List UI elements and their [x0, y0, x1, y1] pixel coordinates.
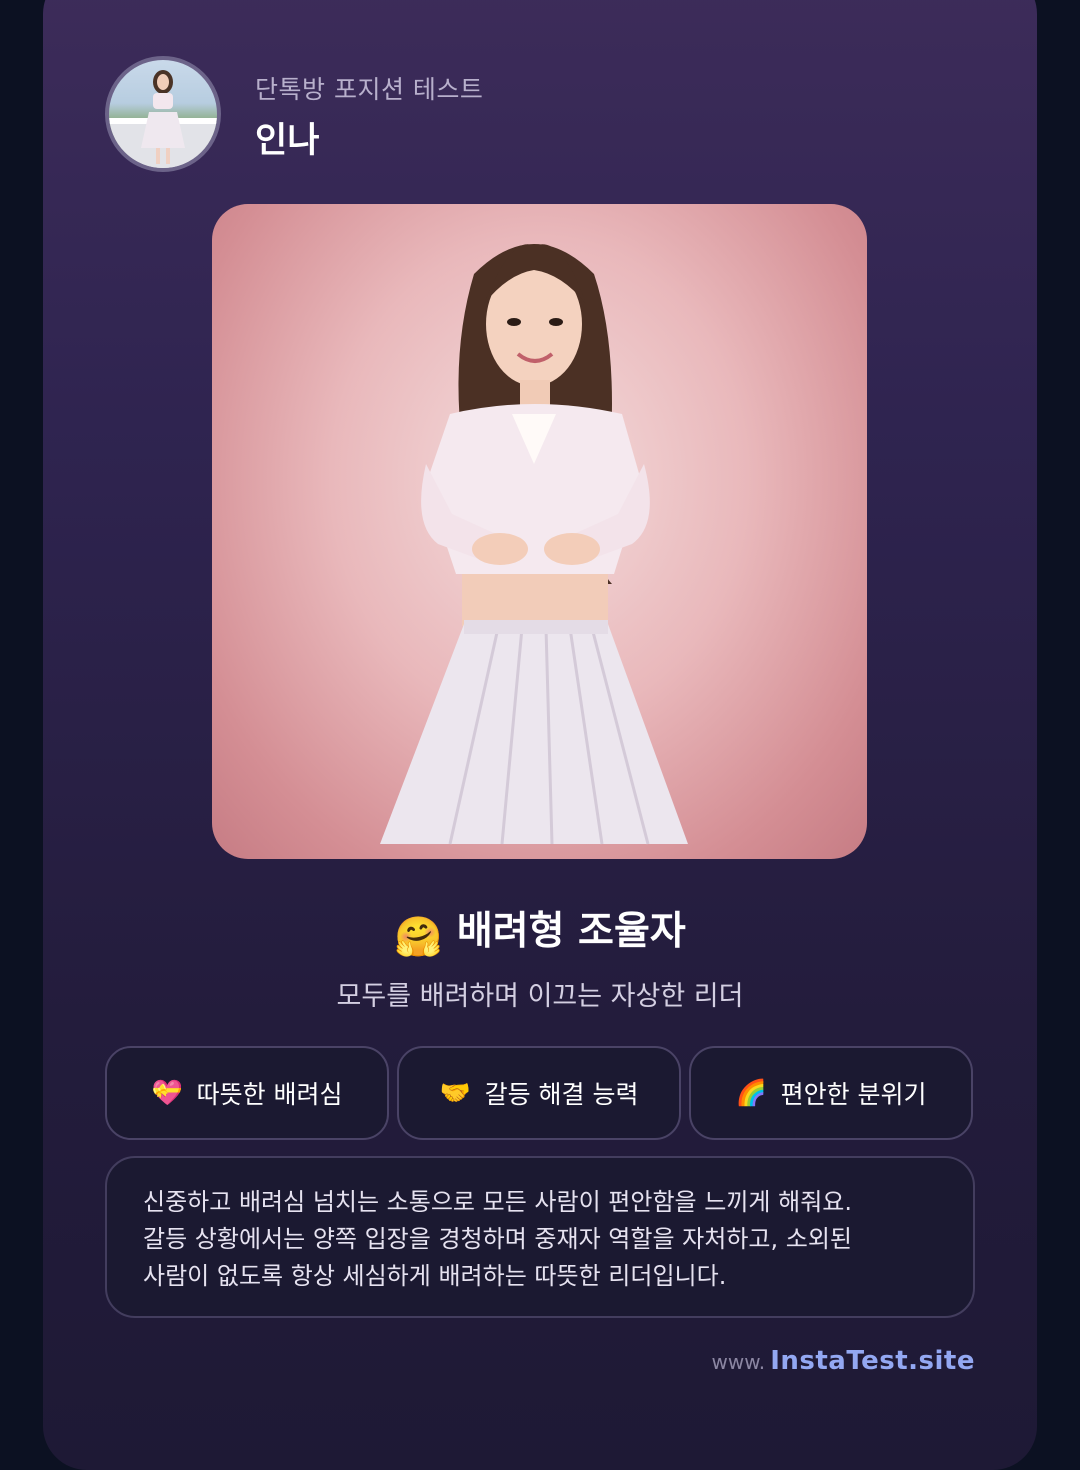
avatar-figure — [109, 70, 217, 168]
trait-chip-warm-care: 💝 따뜻한 배려심 — [105, 1046, 389, 1140]
result-type-title: 🤗 배려형 조율자 — [43, 900, 1037, 960]
description-line: 갈등 상황에서는 양쪽 입장을 경청하며 중재자 역할을 자처하고, 소외된 — [143, 1225, 852, 1253]
site-watermark[interactable]: www. InstaTest.site — [712, 1346, 975, 1376]
site-prefix: www. — [711, 1350, 766, 1374]
hugging-face-icon: 🤗 — [394, 915, 443, 960]
handshake-icon: 🤝 — [439, 1078, 471, 1107]
result-description: 신중하고 배려심 넘치는 소통으로 모든 사람이 편안함을 느끼게 해줘요. 갈… — [105, 1156, 975, 1318]
result-type-subtitle: 모두를 배려하며 이끄는 자상한 리더 — [336, 981, 744, 1012]
description-line: 신중하고 배려심 넘치는 소통으로 모든 사람이 편안함을 느끼게 해줘요. — [143, 1188, 852, 1216]
heart-gift-icon: 💝 — [151, 1078, 183, 1107]
trait-label: 따뜻한 배려심 — [196, 1080, 343, 1109]
site-link[interactable]: InstaTest.site — [770, 1346, 975, 1376]
trait-chip-conflict-resolution: 🤝 갈등 해결 능력 — [397, 1046, 681, 1140]
trait-chip-comfortable-mood: 🌈 편안한 분위기 — [689, 1046, 973, 1140]
trait-label: 갈등 해결 능력 — [484, 1080, 639, 1109]
profile-header: 단톡방 포지션 테스트 인나 — [105, 56, 905, 180]
description-line: 사람이 없도록 항상 세심하게 배려하는 따뜻한 리더입니다. — [143, 1262, 727, 1290]
trait-label: 편안한 분위기 — [780, 1080, 927, 1109]
test-name-label: 단톡방 포지션 테스트 — [255, 75, 484, 104]
rainbow-icon: 🌈 — [735, 1078, 767, 1107]
character-illustration — [380, 244, 688, 845]
result-card: 단톡방 포지션 테스트 인나 🤗 배려형 조율자 모두를 배려하며 이끄는 자상… — [43, 0, 1037, 1470]
user-name: 인나 — [255, 121, 320, 161]
avatar — [105, 56, 221, 172]
result-photo — [212, 204, 867, 859]
result-type-label: 배려형 조율자 — [456, 909, 686, 954]
